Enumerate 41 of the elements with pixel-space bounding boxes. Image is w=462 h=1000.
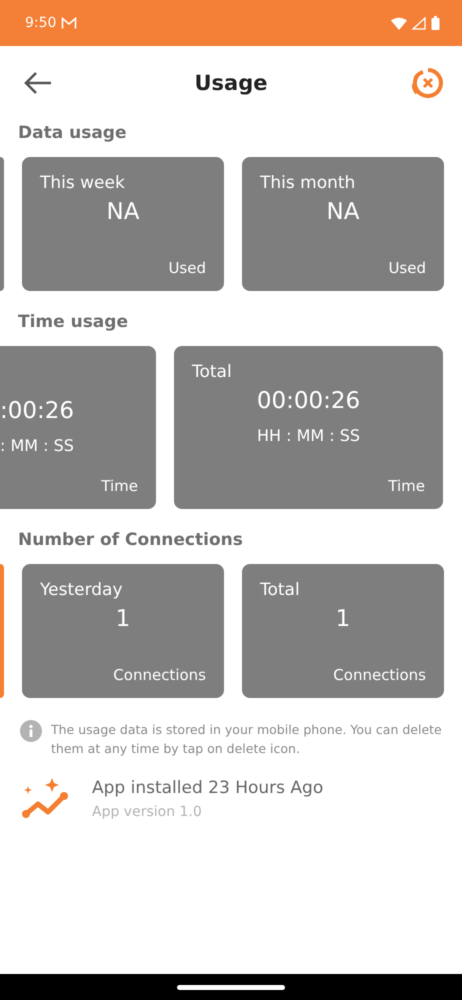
usage-card[interactable]: :00:26 : MM : SS Time (0, 346, 156, 509)
card-footer: Used (388, 259, 426, 277)
card-value: 00:00:26 (256, 388, 360, 414)
card-footer: Connections (333, 666, 426, 684)
card-label: This month (260, 173, 356, 193)
card-value: 1 (336, 606, 350, 632)
info-icon (20, 720, 42, 742)
info-text: The usage data is stored in your mobile phone. You can delete them at any time by tap on delete icon. (51, 721, 443, 758)
card-footer: Used (168, 259, 206, 277)
signal-icon (412, 16, 426, 30)
wifi-icon (391, 16, 407, 30)
home-handle[interactable] (177, 984, 285, 990)
usage-card[interactable]: This month NA Used (242, 157, 444, 291)
card-unit: HH : MM : SS (256, 426, 360, 445)
install-info: App installed 23 Hours Ago (92, 778, 324, 798)
usage-card[interactable]: Yesterday 1 Connections (22, 564, 224, 698)
page-title: Usage (194, 71, 268, 95)
card-label: This week (40, 173, 125, 193)
card-value: NA (106, 199, 140, 225)
card-unit: : MM : SS (0, 436, 74, 455)
app-version: App version 1.0 (92, 804, 202, 820)
usage-card[interactable]: Total 1 Connections (242, 564, 444, 698)
delete-icon[interactable] (412, 67, 444, 99)
card-footer: Time (388, 477, 425, 495)
card-value: NA (326, 199, 360, 225)
card-label: Yesterday (40, 580, 123, 600)
section-title: Time usage (18, 312, 128, 332)
battery-icon (431, 16, 440, 30)
card-footer: Time (101, 477, 138, 495)
section-title: Number of Connections (18, 530, 243, 550)
mail-icon (61, 16, 78, 30)
usage-card[interactable]: Total 00:00:26 HH : MM : SS Time (174, 346, 443, 509)
section-title: Data usage (18, 123, 126, 143)
card-value: :00:26 (0, 398, 74, 424)
card-label: Total (192, 362, 232, 382)
card-value: 1 (116, 606, 130, 632)
usage-card[interactable]: This week NA Used (22, 157, 224, 291)
card-footer: Connections (113, 666, 206, 684)
card-label: Total (260, 580, 300, 600)
status-time: 9:50 (25, 15, 56, 31)
back-arrow-icon[interactable] (24, 71, 52, 95)
